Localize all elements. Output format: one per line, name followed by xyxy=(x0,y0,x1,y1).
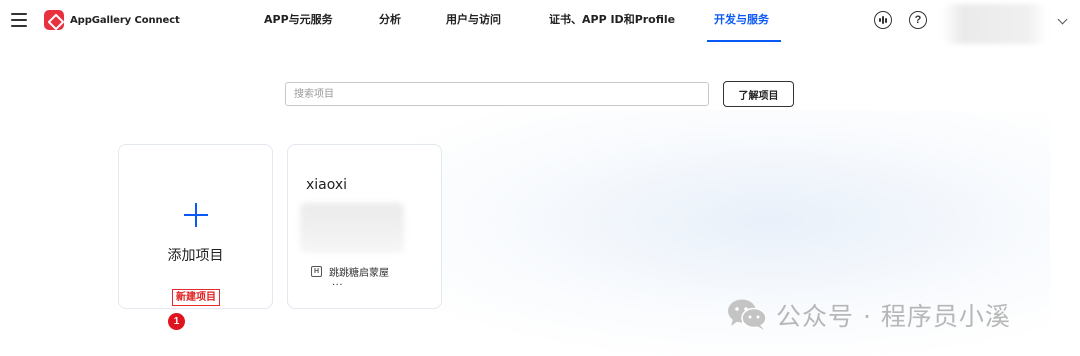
help-icon[interactable]: ? xyxy=(909,11,927,29)
nav-item-certificates[interactable]: 证书、APP ID和Profile xyxy=(549,13,675,27)
plus-icon xyxy=(184,203,208,227)
add-project-card[interactable]: 添加项目 新建项目 xyxy=(118,144,273,309)
nav-item-develop-services[interactable]: 开发与服务 xyxy=(714,13,769,27)
hamburger-menu-icon[interactable] xyxy=(11,13,27,27)
nav-item-app-services[interactable]: APP与元服务 xyxy=(264,13,333,27)
nav-item-analytics[interactable]: 分析 xyxy=(379,13,401,27)
more-apps-ellipsis: ... xyxy=(332,277,344,288)
chevron-down-icon[interactable] xyxy=(1057,14,1068,25)
project-card[interactable]: xiaoxi H 跳跳糖启蒙屋 ... xyxy=(287,144,442,309)
app-logo[interactable]: AppGallery Connect xyxy=(44,10,180,30)
redacted-info-block xyxy=(300,203,404,253)
account-avatar[interactable] xyxy=(942,4,1048,44)
step-number-badge: 1 xyxy=(168,313,185,330)
watermark-text: 公众号 · 程序员小溪 xyxy=(776,302,1011,331)
new-project-annotation: 新建项目 xyxy=(172,289,220,306)
top-header: AppGallery Connect APP与元服务 分析 用户与访问 证书、A… xyxy=(0,0,1080,44)
harmonyos-app-icon: H xyxy=(311,266,322,277)
appgallery-logo-icon xyxy=(44,10,64,30)
learn-projects-button[interactable]: 了解项目 xyxy=(723,81,794,107)
search-input[interactable] xyxy=(285,82,709,106)
wechat-icon xyxy=(728,299,767,330)
active-nav-underline xyxy=(707,40,781,42)
add-project-label: 添加项目 xyxy=(167,248,224,264)
voice-assistant-icon[interactable] xyxy=(874,11,892,29)
project-app-row: H 跳跳糖启蒙屋 xyxy=(311,264,389,279)
project-name: xiaoxi xyxy=(306,177,348,193)
logo-text: AppGallery Connect xyxy=(70,14,180,26)
nav-item-users-access[interactable]: 用户与访问 xyxy=(446,13,501,27)
help-glyph: ? xyxy=(914,13,922,26)
